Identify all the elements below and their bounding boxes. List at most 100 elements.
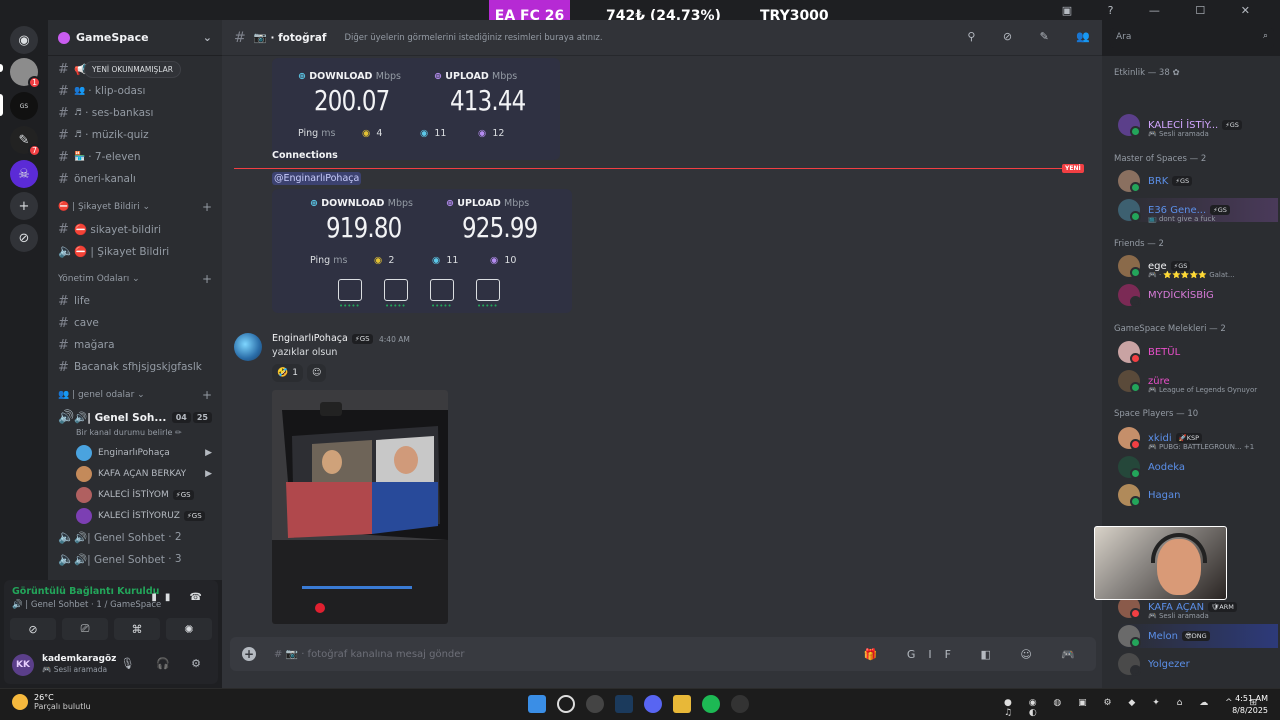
camera-off-button[interactable]: ⊘	[10, 618, 56, 640]
unread-messages-pill[interactable]: YENİ OKUNMAMIŞLAR	[84, 61, 181, 78]
voice-user[interactable]: KAFA AÇAN BERKAY ▶	[48, 463, 222, 484]
weather-widget[interactable]: 26°C Parçalı bulutlu	[12, 693, 91, 711]
upload-icon: ⊕	[446, 198, 454, 209]
member-item[interactable]: züre 🎮 League of Legends Oynuyor	[1118, 369, 1278, 394]
voice-connected-title[interactable]: Görüntülü Bağlantı Kuruldu	[12, 586, 159, 597]
taskbar-app-icon[interactable]	[731, 695, 749, 713]
composer-tools[interactable]: 🎁 GIF ◧ ☺ 🎮	[864, 648, 1088, 661]
channel-topic[interactable]: Diğer üyelerin görmelerini istediğiniz r…	[344, 33, 602, 43]
screen-share-button[interactable]: ⎚	[62, 618, 108, 640]
hash-icon: #	[58, 171, 69, 187]
voice-channel-sikayet[interactable]: 🔈 ⛔ | Şikayet Bildiri	[48, 240, 222, 262]
member-item[interactable]: E36 Gene... ⚡GS 📺 dont give a fuck	[1118, 198, 1278, 223]
spotify-icon[interactable]	[702, 695, 720, 713]
voice-status[interactable]: Bir kanal durumu belirle ✏	[48, 428, 222, 442]
message-input[interactable]: # 📷 · fotoğraf kanalına mesaj gönder	[274, 649, 465, 660]
taskbar-app-icon[interactable]	[586, 695, 604, 713]
channel-muzik-quiz[interactable]: # ♬ · müzik-quiz	[48, 124, 222, 146]
message-author[interactable]: EnginarlıPohaça ⚡GS	[272, 333, 373, 344]
soundboard-button[interactable]: ✺	[166, 618, 212, 640]
start-icon[interactable]	[528, 695, 546, 713]
webcam-overlay[interactable]	[1094, 526, 1227, 600]
member-item[interactable]: BETÜL	[1118, 340, 1278, 364]
user-controls[interactable]: 🎙 🎧 ⚙	[120, 657, 210, 670]
channel-cave[interactable]: # cave	[48, 312, 222, 334]
message-timestamp: 4:40 AM	[379, 335, 410, 344]
channel-magara[interactable]: # mağara	[48, 334, 222, 356]
voice-action-buttons: ⊘ ⎚ ⌘ ✺	[10, 618, 212, 640]
discord-home-icon[interactable]: ◉	[10, 26, 38, 54]
member-item[interactable]: ege ⚡GS 🎮 · ⭐⭐⭐⭐⭐ Galat...	[1118, 254, 1278, 279]
voice-user[interactable]: KALECİ İSTİYORUZ ⚡GS	[48, 505, 222, 526]
download-value: 919.80	[326, 211, 402, 244]
member-item[interactable]: Yolgezer	[1118, 652, 1278, 676]
window-controls[interactable]: ▣ ? — ☐ ✕	[1062, 4, 1266, 17]
add-channel-icon[interactable]: +	[202, 200, 212, 214]
server-icon-3[interactable]: ✎ 7	[10, 126, 41, 157]
channel-sikayet-bildiri[interactable]: # ⛔ sikayet-bildiri	[48, 218, 222, 240]
avatar	[1118, 341, 1141, 364]
category-genel[interactable]: 👥 | genel odalar ⌄ +	[48, 384, 222, 406]
voice-user[interactable]: EnginarlıPohaça ▶	[48, 442, 222, 463]
download-icon: ⊕	[298, 71, 306, 82]
header-tools[interactable]: ⚲ ⊘ ✎ 👥	[967, 30, 1102, 43]
voice-connected-sub[interactable]: 🔊 | Genel Sohbet · 1 / GameSpace	[12, 600, 161, 610]
channel-ses-bankasi[interactable]: # ♬ · ses-bankası	[48, 102, 222, 124]
add-channel-icon[interactable]: +	[202, 272, 212, 286]
add-channel-icon[interactable]: +	[202, 388, 212, 402]
category-yonetim[interactable]: Yönetim Odaları ⌄ +	[48, 268, 222, 290]
user-mention[interactable]: @EnginarlıPohaça	[272, 172, 362, 185]
speedtest-card-2: ⊕ DOWNLOAD Mbps ⊕ UPLOAD Mbps 919.80 925…	[272, 189, 572, 313]
avatar	[1118, 653, 1141, 676]
member-group-header: GameSpace Melekleri — 2	[1114, 324, 1226, 334]
message-composer: + # 📷 · fotoğraf kanalına mesaj gönder 🎁…	[230, 637, 1096, 671]
voice-channel-genel-2[interactable]: 🔈 🔊| Genel Sohbet · 2	[48, 526, 222, 548]
category-sikayet[interactable]: ⛔ | Şikayet Bildiri ⌄ +	[48, 196, 222, 218]
download-icon: ◉	[432, 255, 441, 266]
member-item[interactable]: Aodeka	[1118, 455, 1278, 479]
new-badge: YENİ	[1062, 164, 1084, 173]
upload-value: 925.99	[462, 211, 538, 244]
add-server-icon[interactable]: +	[10, 192, 38, 220]
member-group-header: Master of Spaces — 2	[1114, 154, 1207, 164]
member-item[interactable]: Hagan	[1118, 483, 1278, 507]
voice-panel-icons[interactable]: ▮▮ ☎	[151, 592, 210, 603]
channel-7-eleven[interactable]: # 🏪 · 7-eleven	[48, 146, 222, 168]
search-input[interactable]: Ara ⌕	[1110, 28, 1274, 48]
hash-icon: #	[58, 105, 69, 121]
upload-plus-button[interactable]: +	[242, 647, 256, 661]
channel-klip-odasi[interactable]: # 👥 · klip-odası	[48, 80, 222, 102]
steam-icon[interactable]	[615, 695, 633, 713]
hash-icon: #	[234, 29, 246, 46]
channel-bacanak[interactable]: # Bacanak sfhjsjgskjgfaslk	[48, 356, 222, 378]
avatar[interactable]	[234, 333, 262, 361]
server-icon-4[interactable]: ☠	[10, 160, 38, 188]
add-reaction-button[interactable]: ☺	[306, 364, 327, 382]
server-icon-gamespace[interactable]: GS	[10, 92, 38, 120]
search-icon[interactable]	[557, 695, 575, 713]
attached-photo[interactable]	[272, 390, 448, 624]
server-icon-1[interactable]: 1	[10, 58, 41, 89]
member-item[interactable]: KALECİ İSTİY... ⚡GS 🎮 Sesli aramada	[1118, 113, 1278, 138]
channel-life[interactable]: # life	[48, 290, 222, 312]
clock[interactable]: 4:51 AM 8/8/2025	[1232, 693, 1268, 717]
member-item[interactable]: Melon 😎DNG	[1118, 624, 1278, 648]
explore-icon[interactable]: ⊘	[10, 224, 38, 252]
reactions: 🤣 1 ☺	[272, 364, 327, 382]
member-item[interactable]: xkidi 🚀KSP 🎮 PUBG: BATTLEGROUN... +1	[1118, 426, 1278, 451]
reaction-laugh[interactable]: 🤣 1	[272, 364, 303, 382]
folder-icon[interactable]	[673, 695, 691, 713]
member-item[interactable]: MYDİCKİSBİG	[1118, 283, 1278, 307]
avatar[interactable]: KK	[12, 654, 34, 676]
voice-channel-genel-sohbet[interactable]: 🔊 🔊| Genel Soh... 04 25	[48, 406, 222, 428]
activity-button[interactable]: ⌘	[114, 618, 160, 640]
channel-oneri-kanali[interactable]: # öneri-kanalı	[48, 168, 222, 190]
member-item[interactable]: BRK ⚡GS	[1118, 169, 1278, 193]
user-name[interactable]: kademkaragöz	[42, 654, 116, 664]
server-header[interactable]: GameSpace ⌄	[48, 20, 222, 56]
discord-icon[interactable]	[644, 695, 662, 713]
speaker-icon: 🔊	[58, 409, 75, 425]
voice-user[interactable]: KALECİ İSTİYOM ⚡GS	[48, 484, 222, 505]
chevron-down-icon[interactable]: ⌄	[203, 31, 212, 44]
voice-channel-genel-3[interactable]: 🔈 🔊| Genel Sohbet · 3	[48, 548, 222, 570]
